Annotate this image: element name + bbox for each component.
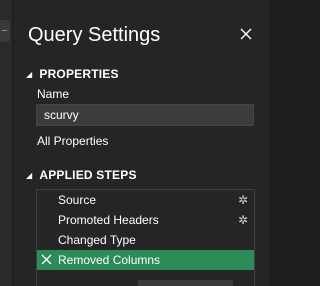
gear-icon[interactable]: ✲ <box>238 193 248 207</box>
gear-icon[interactable]: ✲ <box>238 213 248 227</box>
left-edge-panel <box>0 0 12 286</box>
horizontal-scrollbar[interactable] <box>138 280 233 286</box>
panel-title: Query Settings <box>28 24 161 46</box>
collapse-queries-tab[interactable] <box>0 20 10 42</box>
step-label: Removed Columns <box>58 253 161 267</box>
applied-steps-section-header[interactable]: ◢ APPLIED STEPS <box>26 168 137 182</box>
step-removed-columns[interactable]: Removed Columns <box>37 250 254 270</box>
step-source[interactable]: Source ✲ <box>37 190 254 210</box>
properties-header-label: PROPERTIES <box>39 67 119 81</box>
step-promoted-headers[interactable]: Promoted Headers ✲ <box>37 210 254 230</box>
applied-steps-header-label: APPLIED STEPS <box>39 168 137 182</box>
query-name-input[interactable] <box>36 104 254 126</box>
close-icon[interactable] <box>240 28 252 40</box>
all-properties-link[interactable]: All Properties <box>37 134 108 148</box>
step-label: Changed Type <box>58 233 136 247</box>
collapse-triangle-icon: ◢ <box>26 171 33 180</box>
step-changed-type[interactable]: Changed Type <box>37 230 254 250</box>
collapse-triangle-icon: ◢ <box>26 70 33 79</box>
step-label: Promoted Headers <box>58 213 159 227</box>
properties-section-header[interactable]: ◢ PROPERTIES <box>26 67 119 81</box>
delete-step-icon[interactable] <box>41 254 52 265</box>
query-settings-panel: Query Settings ◢ PROPERTIES Name All Prop… <box>14 0 269 286</box>
name-label: Name <box>37 87 70 101</box>
applied-steps-list: Source ✲ Promoted Headers ✲ Changed Type… <box>36 189 255 286</box>
step-label: Source <box>58 193 97 207</box>
